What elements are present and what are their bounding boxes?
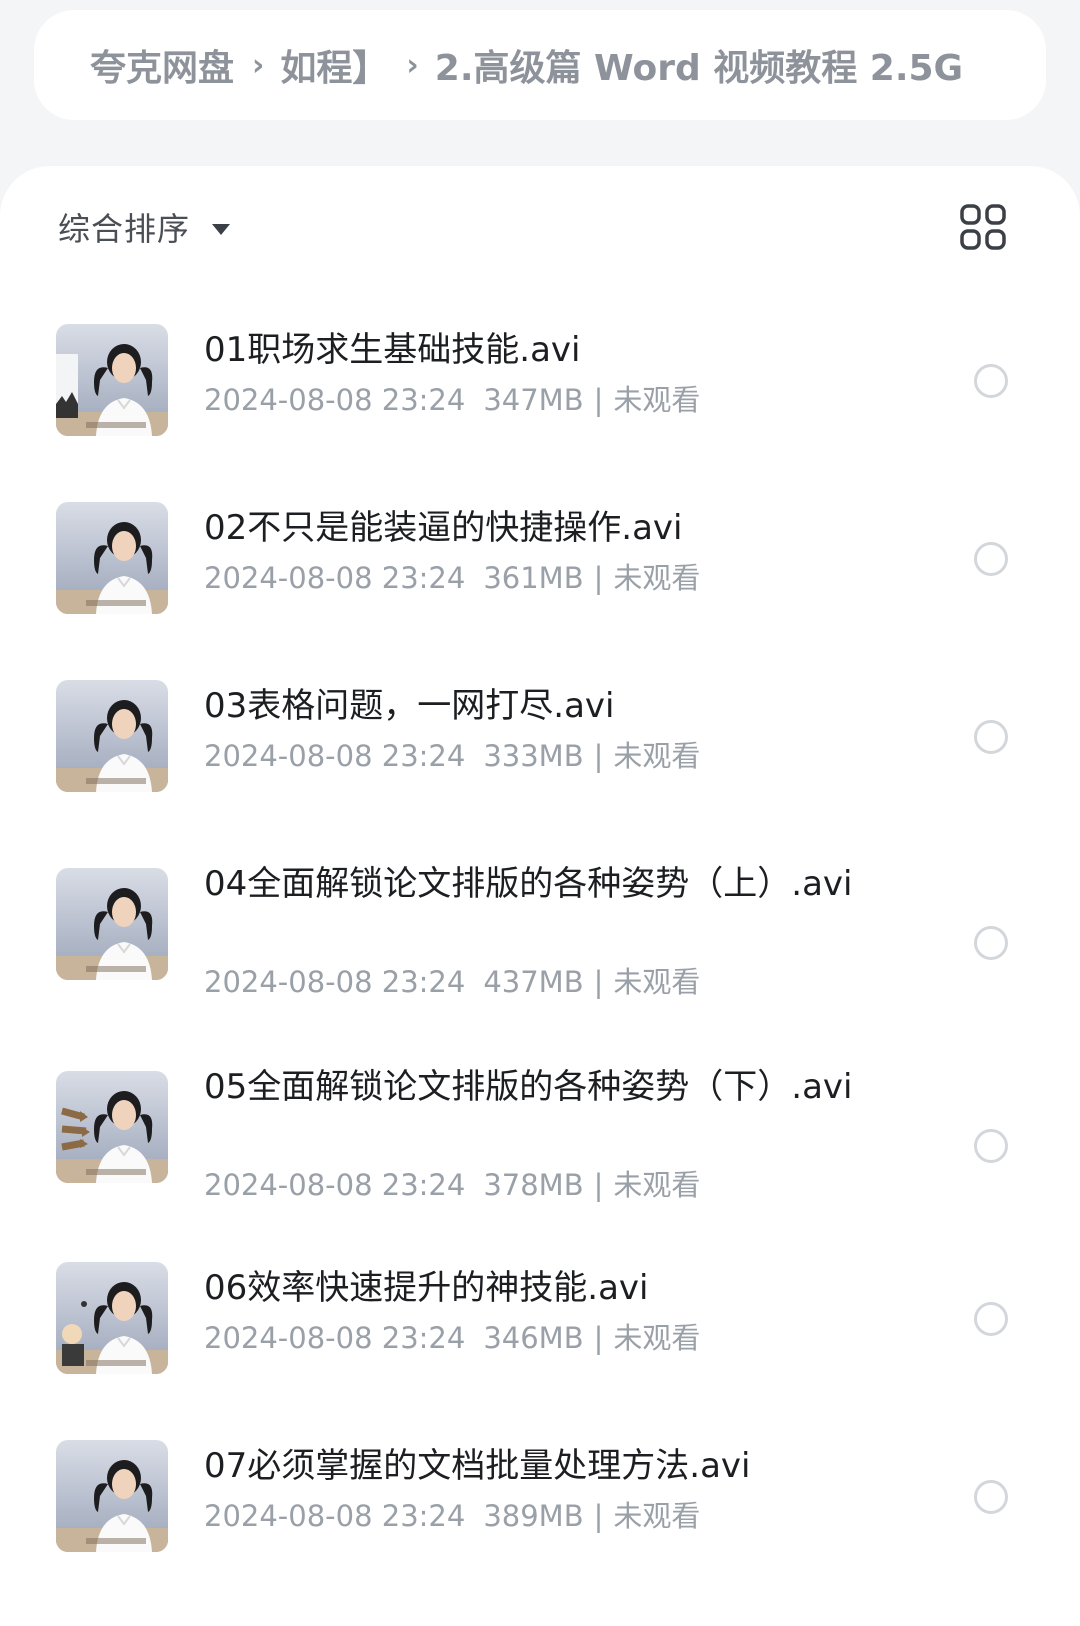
video-thumbnail [56, 680, 168, 792]
file-row[interactable]: 01职场求生基础技能.avi 2024-08-08 23:24 347MB | 未观看 [0, 324, 1080, 474]
select-radio-icon[interactable] [974, 926, 1008, 960]
select-radio-icon[interactable] [974, 720, 1008, 754]
file-date: 2024-08-08 23:24 [204, 739, 466, 773]
file-meta: 2024-08-08 23:24 333MB | 未观看 [204, 736, 904, 776]
chevron-right-icon: › [406, 47, 419, 83]
file-name: 07必须掌握的文档批量处理方法.avi [204, 1446, 751, 1486]
file-size: 361MB [483, 561, 584, 595]
file-name: 05全面解锁论文排版的各种姿势（下）.avi [204, 1067, 853, 1107]
file-size: 437MB [483, 965, 584, 999]
file-size: 333MB [483, 739, 584, 773]
file-meta: 2024-08-08 23:24 389MB | 未观看 [204, 1496, 904, 1536]
watch-status: 未观看 [613, 383, 701, 417]
sort-dropdown[interactable]: 综合排序 [58, 202, 231, 252]
video-thumbnail [56, 502, 168, 614]
watch-status: 未观看 [613, 561, 701, 595]
select-radio-icon[interactable] [974, 1129, 1008, 1163]
file-date: 2024-08-08 23:24 [204, 1168, 466, 1202]
chevron-right-icon: › [252, 47, 265, 83]
file-meta: 2024-08-08 23:24 346MB | 未观看 [204, 1318, 904, 1358]
file-row[interactable]: 06效率快速提升的神技能.avi 2024-08-08 23:24 346MB | 未观… [0, 1262, 1080, 1412]
video-thumbnail [56, 1440, 168, 1552]
file-size: 346MB [483, 1321, 584, 1355]
file-row[interactable]: 02不只是能装逼的快捷操作.avi 2024-08-08 23:24 361MB | 未… [0, 502, 1080, 652]
meta-separator: | [593, 383, 604, 417]
video-thumbnail [56, 1071, 168, 1183]
file-date: 2024-08-08 23:24 [204, 561, 466, 595]
caret-down-icon [212, 223, 231, 235]
breadcrumb-root[interactable]: 夸克网盘 [90, 39, 234, 91]
file-date: 2024-08-08 23:24 [204, 1321, 466, 1355]
file-name: 03表格问题，一网打尽.avi [204, 686, 615, 726]
watch-status: 未观看 [613, 1499, 701, 1533]
file-meta: 2024-08-08 23:24 378MB | 未观看 [204, 1165, 904, 1205]
file-row[interactable]: 05全面解锁论文排版的各种姿势（下）.avi 2024-08-08 23:24 37… [0, 1067, 1080, 1221]
meta-separator: | [593, 1168, 604, 1202]
meta-separator: | [593, 739, 604, 773]
breadcrumb-middle[interactable]: 如程】 [280, 39, 388, 91]
video-thumbnail [56, 324, 168, 436]
select-radio-icon[interactable] [974, 364, 1008, 398]
video-thumbnail [56, 1262, 168, 1374]
file-date: 2024-08-08 23:24 [204, 383, 466, 417]
select-radio-icon[interactable] [974, 1480, 1008, 1514]
file-date: 2024-08-08 23:24 [204, 1499, 466, 1533]
file-meta: 2024-08-08 23:24 361MB | 未观看 [204, 558, 904, 598]
breadcrumb-current: 2.高级篇 Word 视频教程 2.5G [434, 48, 964, 89]
sort-label: 综合排序 [58, 210, 191, 248]
file-name: 01职场求生基础技能.avi [204, 330, 581, 370]
file-size: 378MB [483, 1168, 584, 1202]
file-row[interactable]: 04全面解锁论文排版的各种姿势（上）.avi 2024-08-08 23:24 43… [0, 864, 1080, 1018]
meta-separator: | [593, 965, 604, 999]
watch-status: 未观看 [613, 739, 701, 773]
breadcrumb: 夸克网盘 › 如程】 › 2.高级篇 Word 视频教程 2.5G [34, 10, 1046, 120]
file-name: 02不只是能装逼的快捷操作.avi [204, 508, 683, 548]
file-row[interactable]: 07必须掌握的文档批量处理方法.avi 2024-08-08 23:24 389MB… [0, 1440, 1080, 1590]
file-meta: 2024-08-08 23:24 437MB | 未观看 [204, 962, 904, 1002]
video-thumbnail [56, 868, 168, 980]
grid-view-icon[interactable] [958, 202, 1008, 252]
file-row[interactable]: 03表格问题，一网打尽.avi 2024-08-08 23:24 333MB | 未观看 [0, 680, 1080, 830]
file-meta: 2024-08-08 23:24 347MB | 未观看 [204, 380, 904, 420]
file-name: 06效率快速提升的神技能.avi [204, 1268, 649, 1308]
file-date: 2024-08-08 23:24 [204, 965, 466, 999]
meta-separator: | [593, 1321, 604, 1355]
watch-status: 未观看 [613, 965, 701, 999]
watch-status: 未观看 [613, 1168, 701, 1202]
meta-separator: | [593, 1499, 604, 1533]
select-radio-icon[interactable] [974, 542, 1008, 576]
file-size: 347MB [483, 383, 584, 417]
file-name: 04全面解锁论文排版的各种姿势（上）.avi [204, 864, 853, 904]
file-size: 389MB [483, 1499, 584, 1533]
watch-status: 未观看 [613, 1321, 701, 1355]
select-radio-icon[interactable] [974, 1302, 1008, 1336]
meta-separator: | [593, 561, 604, 595]
file-list-panel: 综合排序 01职场求生基础技能.avi 2024-08-08 23:24 347MB… [0, 166, 1080, 1626]
